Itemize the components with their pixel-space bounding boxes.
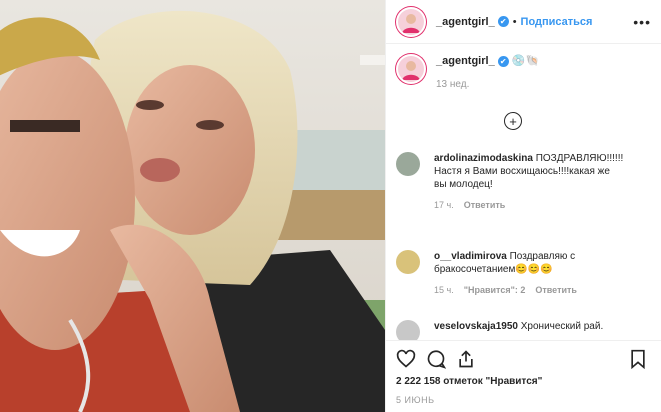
- post-photo-image: [0, 0, 385, 412]
- share-icon[interactable]: [456, 349, 476, 369]
- instagram-post: _agentgirl_ ✔ • Подписаться ••• _agentgi…: [0, 0, 661, 412]
- reply-button[interactable]: Ответить: [464, 200, 506, 210]
- caption-text: 💿🐚: [508, 55, 540, 67]
- follow-button[interactable]: Подписаться: [521, 16, 593, 28]
- commenter-avatar[interactable]: [396, 250, 420, 274]
- verified-badge-icon: ✔: [497, 16, 509, 27]
- comment-item: o__vladimirova Поздравляю с бракосочетан…: [396, 250, 624, 297]
- post-caption: _agentgirl_ ✔ 💿🐚 13 нед.: [386, 44, 661, 90]
- reply-button[interactable]: Ответить: [535, 285, 577, 295]
- post-side-panel: _agentgirl_ ✔ • Подписаться ••• _agentgi…: [385, 0, 661, 412]
- comment-text: Хронический рай.: [517, 321, 604, 332]
- comments-section: _agentgirl_ ✔ 💿🐚 13 нед. + ardolinazimoda…: [386, 44, 661, 340]
- comment-time[interactable]: 15 ч.: [434, 285, 454, 295]
- post-date[interactable]: 5 ИЮНЬ: [396, 395, 434, 405]
- comment-time[interactable]: 17 ч.: [434, 200, 454, 210]
- bookmark-icon[interactable]: [628, 349, 648, 369]
- load-more-comments-icon[interactable]: +: [504, 112, 522, 130]
- author-avatar[interactable]: [396, 6, 426, 37]
- commenter-avatar[interactable]: [396, 152, 420, 176]
- author-username[interactable]: _agentgirl_: [436, 16, 495, 28]
- heart-icon[interactable]: [396, 349, 416, 369]
- caption-avatar[interactable]: [396, 54, 426, 84]
- comment-icon[interactable]: [426, 349, 446, 369]
- comment-likes[interactable]: "Нравится": 2: [464, 285, 526, 295]
- commenter-avatar[interactable]: [396, 320, 420, 340]
- caption-time[interactable]: 13 нед.: [436, 79, 539, 90]
- caption-verified-icon: ✔: [497, 55, 509, 67]
- action-bar: [386, 340, 661, 369]
- commenter-username[interactable]: o__vladimirova: [434, 251, 507, 262]
- commenter-username[interactable]: veselovskaja1950: [434, 321, 518, 332]
- commenter-username[interactable]: ardolinazimodaskina: [434, 153, 533, 164]
- post-header: _agentgirl_ ✔ • Подписаться •••: [386, 0, 661, 44]
- comment-item: ardolinazimodaskina ПОЗДРАВЛЯЮ!!!!!!Наст…: [396, 152, 624, 212]
- more-options-icon[interactable]: •••: [633, 14, 651, 30]
- post-photo[interactable]: [0, 0, 385, 412]
- comment-item: veselovskaja1950 Хронический рай.: [396, 320, 624, 340]
- likes-count[interactable]: 2 222 158 отметок "Нравится": [396, 376, 542, 387]
- caption-username[interactable]: _agentgirl_: [436, 55, 495, 67]
- header-separator: •: [512, 15, 517, 28]
